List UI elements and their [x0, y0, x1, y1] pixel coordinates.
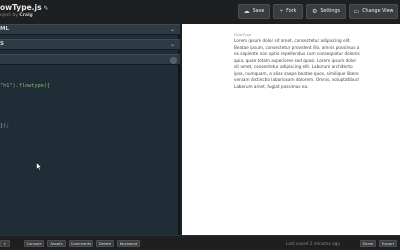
result-paragraph: Lorem ipsum dolor sit amet, consectetur …: [234, 38, 360, 89]
last-saved-text: Last saved 2 minutes ago: [286, 240, 340, 246]
share-button[interactable]: Share: [360, 240, 376, 247]
result-content: FlowType Lorem ipsum dolor sit amet, con…: [234, 32, 360, 90]
pen-byline: oject by Craig: [0, 13, 33, 18]
byline-prefix: oject by: [0, 13, 18, 18]
settings-button[interactable]: ⚙ Settings: [306, 4, 346, 19]
header-bar: owType.js ✎ oject by Craig ☁ Save ⑂ Fork …: [0, 0, 400, 24]
fork-button[interactable]: ⑂ Fork: [273, 4, 303, 19]
js-editor-header[interactable]: ⌄: [0, 54, 180, 65]
css-editor-header[interactable]: S ⌄: [0, 39, 180, 50]
pen-title-text: owType.js: [0, 3, 42, 12]
editor-panel: ML ⌄ S ⌄ ⌄ "h1").flowtype({ });: [0, 24, 180, 235]
result-preview: FlowType Lorem ipsum dolor sit amet, con…: [182, 24, 400, 235]
css-label: S: [0, 41, 4, 47]
fork-label: Fork: [286, 9, 297, 14]
js-code-area[interactable]: "h1").flowtype({ });: [0, 66, 50, 146]
keyboard-button[interactable]: Keyboard: [117, 240, 140, 247]
result-heading: FlowType: [234, 32, 252, 37]
pen-title[interactable]: owType.js ✎: [0, 3, 49, 12]
chevron-down-icon[interactable]: ⌄: [170, 26, 175, 33]
save-button[interactable]: ☁ Save: [238, 4, 270, 19]
export-button[interactable]: Export: [379, 240, 397, 247]
html-editor-header[interactable]: ML ⌄: [0, 24, 180, 35]
pencil-icon[interactable]: ✎: [44, 5, 49, 12]
footer-button-partial[interactable]: t: [0, 240, 10, 247]
gear-icon: ⚙: [311, 8, 318, 15]
author-link[interactable]: Craig: [19, 13, 32, 18]
chevron-down-icon[interactable]: ⌄: [170, 41, 175, 48]
settings-label: Settings: [320, 9, 341, 14]
console-button[interactable]: Console: [24, 240, 44, 247]
footer-bar: t Console Assets Comments Delete Keyboar…: [0, 235, 400, 250]
layout-icon: ▭: [353, 8, 360, 15]
code-line-1: "h1").flowtype({: [0, 83, 50, 89]
cloud-icon: ☁: [243, 8, 250, 15]
html-label: ML: [0, 26, 9, 32]
code-line: "h1").flowtype({: [0, 82, 50, 90]
comments-button[interactable]: Comments: [69, 240, 93, 247]
assets-button[interactable]: Assets: [47, 240, 66, 247]
fork-icon: ⑂: [279, 8, 284, 15]
save-label: Save: [252, 9, 265, 14]
chevron-down-circle-icon[interactable]: ⌄: [170, 56, 177, 64]
codepen-editor: owType.js ✎ oject by Craig ☁ Save ⑂ Fork …: [0, 0, 400, 250]
code-line: });: [0, 123, 10, 129]
change-view-label: Change View: [362, 9, 394, 14]
change-view-button[interactable]: ▭ Change View: [349, 4, 398, 19]
mouse-cursor-icon: [36, 162, 42, 171]
delete-button[interactable]: Delete: [96, 240, 114, 247]
